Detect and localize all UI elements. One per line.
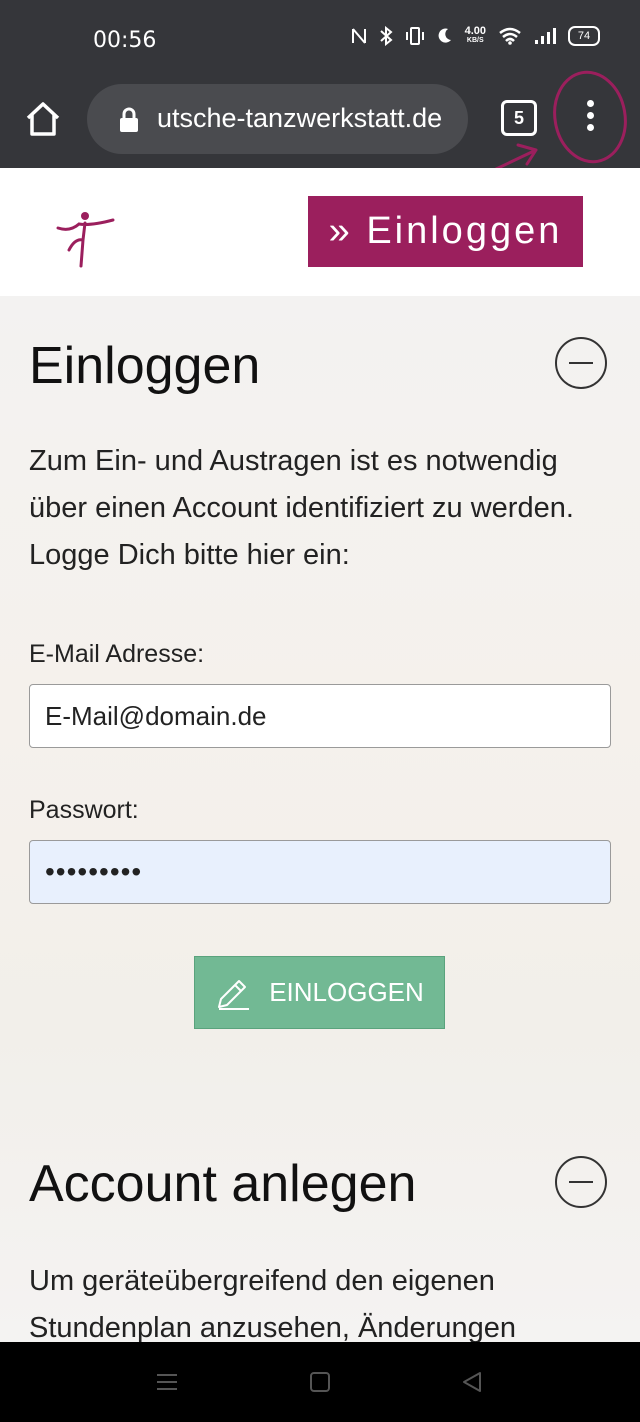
dnd-moon-icon xyxy=(438,28,451,43)
email-label: E-Mail Adresse: xyxy=(29,640,205,668)
system-nav-bar xyxy=(0,1342,640,1422)
dancer-logo-icon[interactable] xyxy=(55,210,115,270)
bluetooth-icon xyxy=(379,26,393,46)
pencil-icon xyxy=(218,979,250,1010)
back-nav-icon[interactable] xyxy=(460,1370,484,1394)
more-menu-button[interactable] xyxy=(580,97,600,137)
url-text: utsche-tanzwerkstatt.de xyxy=(157,103,443,133)
collapse-login-button[interactable] xyxy=(555,337,607,389)
site-header: » Einloggen xyxy=(0,168,640,296)
menu-dot-icon xyxy=(586,112,594,119)
system-icons: 4.00 KB/S 74 xyxy=(351,26,600,46)
net-speed-value: 4.00 xyxy=(464,25,486,37)
vibrate-icon xyxy=(405,27,424,45)
clock: 00:56 xyxy=(93,28,157,53)
account-heading: Account anlegen xyxy=(29,1155,417,1213)
nfc-icon xyxy=(351,28,366,44)
address-bar[interactable]: utsche-tanzwerkstatt.de xyxy=(87,84,468,154)
browser-toolbar: utsche-tanzwerkstatt.de 5 xyxy=(0,82,640,168)
home-icon[interactable] xyxy=(24,100,62,138)
login-submit-label: EINLOGGEN xyxy=(269,977,424,1007)
password-label: Passwort: xyxy=(29,796,139,824)
password-field[interactable]: ••••••••• xyxy=(29,840,611,904)
collapse-account-button[interactable] xyxy=(555,1156,607,1208)
net-speed: 4.00 KB/S xyxy=(465,26,486,46)
email-field[interactable]: E-Mail@domain.de xyxy=(29,684,611,748)
menu-dot-icon xyxy=(586,124,594,131)
menu-dot-icon xyxy=(586,100,594,107)
wifi-icon xyxy=(499,27,521,45)
header-login-button[interactable]: » Einloggen xyxy=(308,196,583,267)
login-heading: Einloggen xyxy=(29,337,261,395)
signal-icon xyxy=(535,28,556,44)
recents-menu-icon[interactable] xyxy=(155,1370,179,1394)
battery-icon: 74 xyxy=(568,26,600,46)
home-nav-icon[interactable] xyxy=(308,1370,332,1394)
main-content: Einloggen Zum Ein- und Austragen ist es … xyxy=(0,296,640,1342)
login-description: Zum Ein- und Austragen ist es notwendig … xyxy=(29,445,574,571)
net-speed-unit: KB/S xyxy=(466,37,484,44)
status-bar: 00:56 4.00 KB/S 74 xyxy=(0,0,640,82)
tab-switcher-button[interactable]: 5 xyxy=(501,100,537,136)
account-description: Um geräteübergreifend den eigenen Stunde… xyxy=(29,1265,516,1342)
lock-icon xyxy=(120,107,138,132)
login-submit-button[interactable]: EINLOGGEN xyxy=(194,956,445,1029)
